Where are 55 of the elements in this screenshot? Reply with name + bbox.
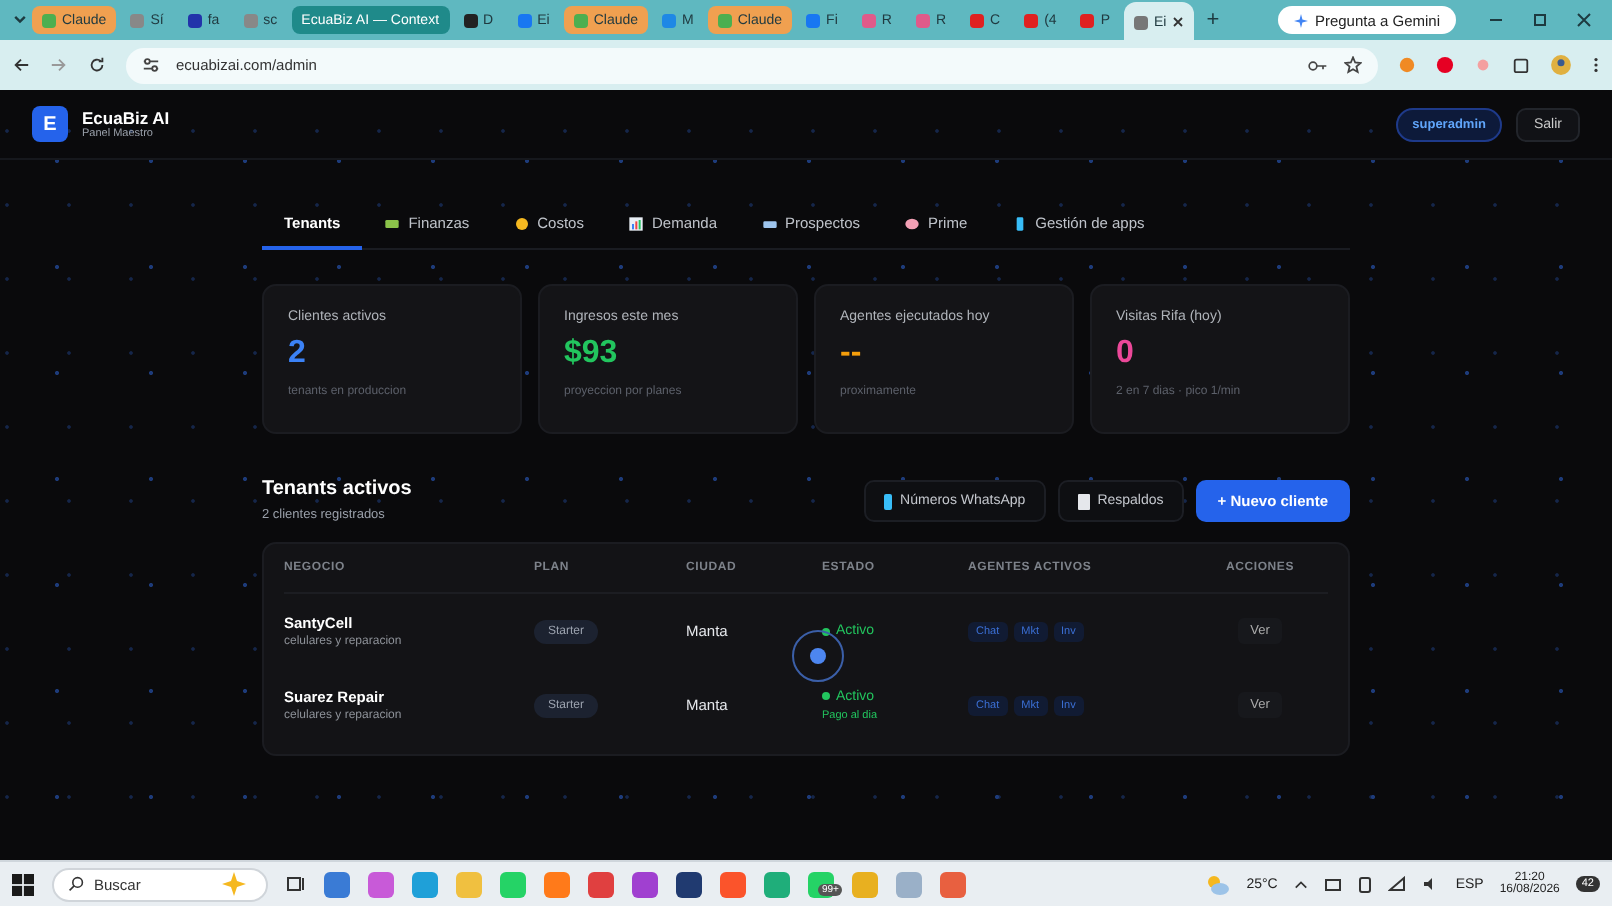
pinterest-icon[interactable] — [1436, 56, 1454, 74]
favicon-icon — [915, 13, 930, 27]
close-icon[interactable] — [1576, 12, 1592, 28]
menu-icon[interactable] — [1592, 56, 1600, 74]
stat-value: 0 — [1116, 336, 1136, 372]
favicon-icon — [717, 13, 732, 27]
favicon-icon — [517, 13, 532, 27]
reload-icon[interactable] — [88, 56, 106, 74]
search-icon — [68, 876, 84, 892]
task-view-icon[interactable] — [286, 874, 306, 894]
copilot-icon[interactable] — [368, 871, 394, 897]
stat-value: $93 — [564, 336, 620, 372]
key-icon[interactable] — [1308, 57, 1328, 73]
profile-icon[interactable] — [1550, 54, 1572, 76]
favicon-icon — [1133, 15, 1148, 29]
favicon-icon — [130, 13, 145, 27]
brave-icon[interactable] — [720, 871, 746, 897]
phone-icon — [1011, 215, 1028, 231]
favicon-icon — [970, 13, 985, 27]
edge-icon[interactable] — [412, 871, 438, 897]
back-icon[interactable] — [12, 56, 30, 74]
stat-value: -- — [840, 336, 864, 372]
phone-icon — [884, 493, 893, 509]
favicon-icon — [1080, 13, 1095, 27]
bar-chart-icon — [627, 215, 644, 231]
new-tab-button[interactable]: + — [1198, 8, 1228, 32]
star-icon[interactable] — [1344, 56, 1362, 74]
site-settings-icon — [142, 56, 160, 74]
app-logo: E — [32, 106, 68, 142]
favicon-icon — [42, 13, 56, 27]
tab-list-icon[interactable] — [12, 12, 28, 28]
app-icon[interactable] — [676, 871, 702, 897]
maximize-icon[interactable] — [1532, 12, 1548, 28]
stat-value: 2 — [288, 336, 308, 372]
widget-icon[interactable] — [324, 871, 350, 897]
weather-icon — [1204, 873, 1231, 895]
favicon-icon — [662, 13, 677, 27]
close-icon[interactable] — [1172, 16, 1185, 28]
favicon-icon — [187, 13, 202, 27]
app-name: EcuaBiz AI — [82, 108, 170, 128]
favicon-icon — [573, 13, 588, 27]
banknote-icon — [384, 215, 401, 231]
document-icon — [1077, 493, 1090, 509]
start-icon[interactable] — [12, 873, 34, 895]
chevron-up-icon[interactable] — [1293, 877, 1308, 891]
favicon-icon — [861, 13, 876, 27]
status-dot — [822, 692, 830, 700]
favicon-icon — [806, 13, 821, 27]
favicon-icon — [243, 13, 258, 27]
sparkle-icon — [1294, 13, 1309, 27]
section-title: Tenants activos — [262, 478, 412, 500]
app-icon[interactable] — [632, 871, 658, 897]
favicon-icon — [463, 13, 478, 27]
favicon-icon — [1024, 13, 1039, 27]
status-dot — [822, 627, 830, 635]
